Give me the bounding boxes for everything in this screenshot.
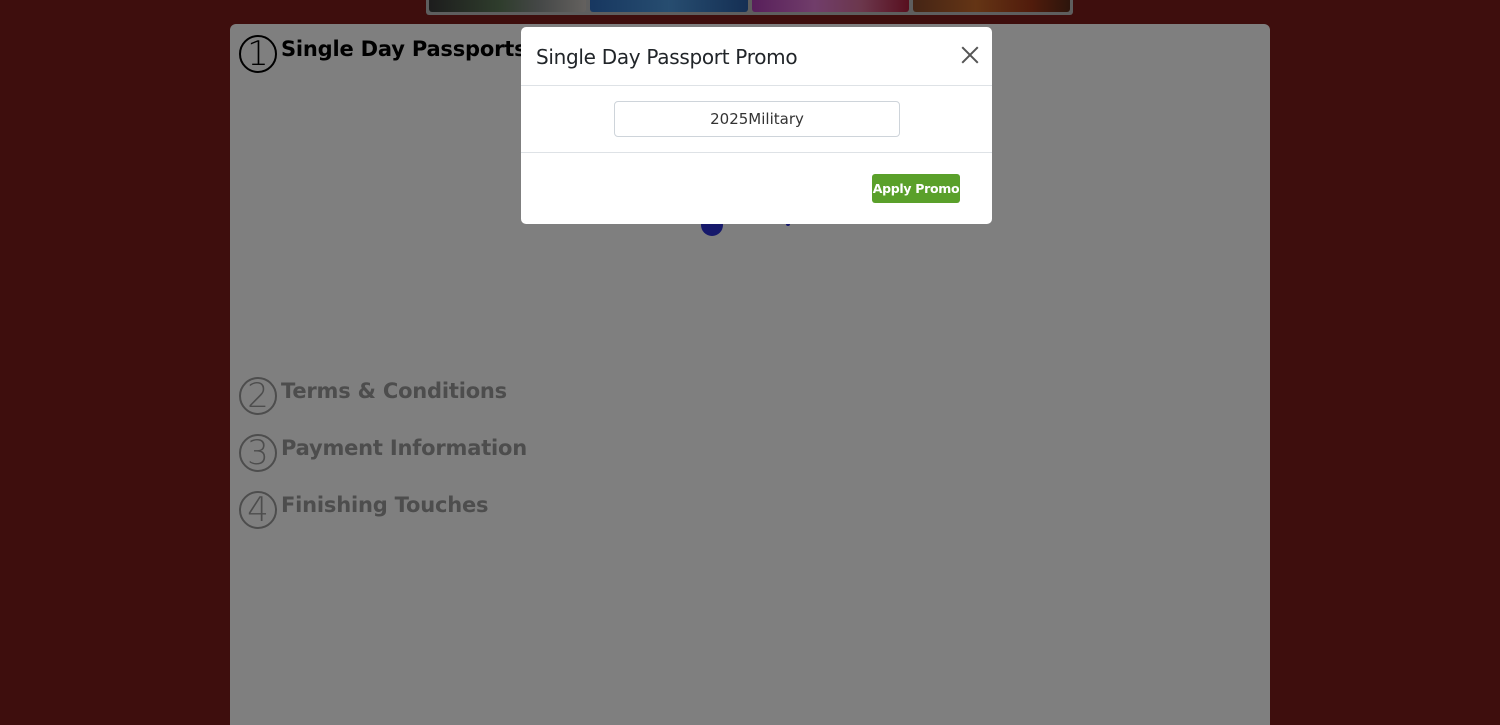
promo-modal: Single Day Passport Promo Apply Promo bbox=[521, 27, 992, 224]
promo-code-input[interactable] bbox=[614, 101, 900, 137]
modal-footer: Apply Promo bbox=[521, 153, 992, 223]
modal-header: Single Day Passport Promo bbox=[521, 27, 992, 86]
close-icon[interactable] bbox=[960, 45, 980, 65]
modal-title: Single Day Passport Promo bbox=[536, 45, 798, 69]
modal-body bbox=[521, 86, 992, 153]
apply-promo-button[interactable]: Apply Promo bbox=[872, 174, 960, 203]
page: 1 Single Day Passports 2 Terms & Conditi… bbox=[0, 0, 1500, 725]
